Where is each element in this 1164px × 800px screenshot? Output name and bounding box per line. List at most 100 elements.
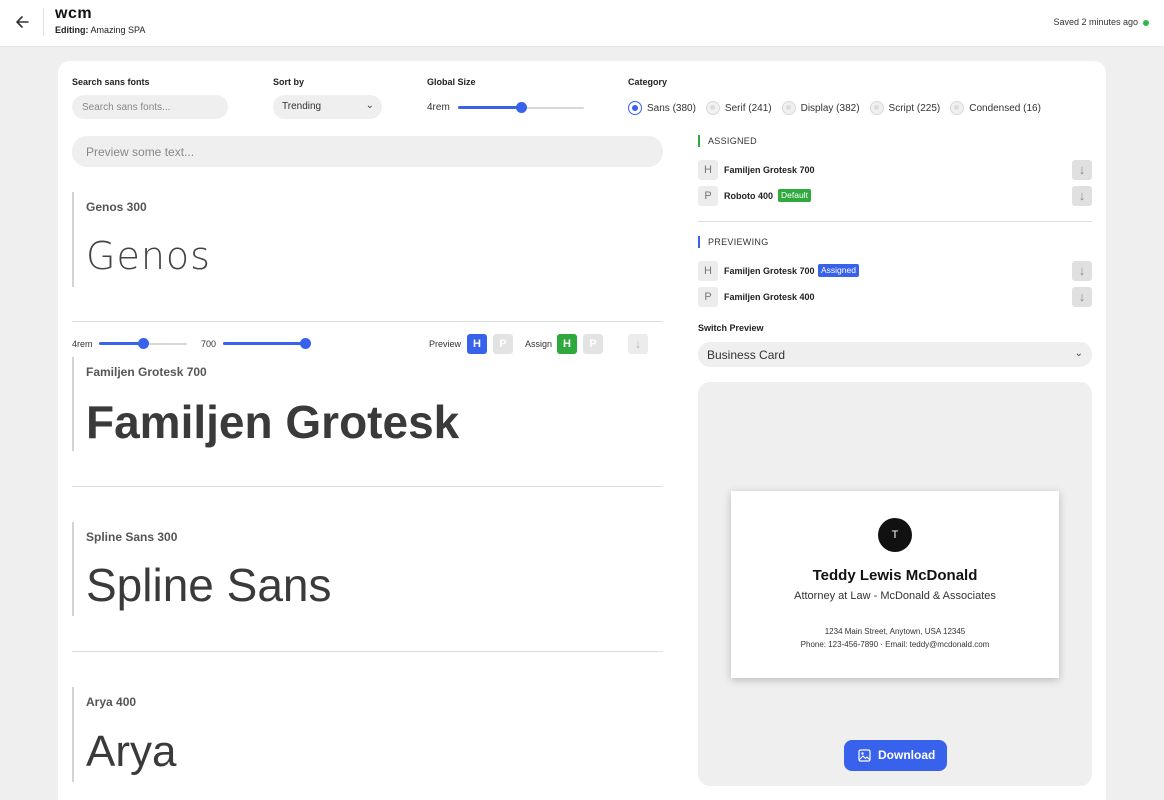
global-size-value: 4rem — [427, 102, 450, 113]
avatar: T — [878, 518, 912, 552]
row-weight-slider[interactable] — [223, 338, 311, 350]
preview-text-input[interactable] — [72, 136, 663, 167]
assigned-font-name: Roboto 400 — [724, 191, 774, 201]
image-icon — [858, 749, 871, 762]
card-address: 1234 Main Street, Anytown, USA 12345 — [824, 627, 966, 636]
font-search-input[interactable] — [72, 95, 228, 119]
slider-fill — [223, 342, 306, 345]
preview-h-button[interactable]: H — [467, 334, 487, 354]
assign-p-button[interactable]: P — [583, 334, 603, 354]
radio-icon — [781, 101, 796, 115]
font-card-genos[interactable]: Genos 300 Genos — [72, 192, 663, 287]
paragraph-letter-badge: P — [698, 287, 718, 307]
saved-status-dot-icon — [1143, 20, 1149, 26]
font-card-arya[interactable]: Arya 400 Arya — [72, 687, 663, 782]
row-size-value: 4rem — [72, 339, 93, 349]
back-arrow-icon[interactable] — [12, 11, 34, 33]
font-card-bar — [72, 522, 74, 616]
card-contact: Phone: 123-456-7890 · Email: teddy@mcdon… — [800, 640, 990, 649]
download-arrow-icon[interactable]: ↓ — [1072, 186, 1092, 206]
divider — [72, 651, 663, 652]
slider-thumb[interactable] — [515, 102, 527, 113]
top-header: wcm Editing: Amazing SPA Saved 2 minutes… — [0, 0, 1164, 47]
slider-thumb[interactable] — [300, 338, 311, 349]
font-name: Spline Sans 300 — [86, 530, 178, 544]
assigned-font-name: Familjen Grotesk 700 — [724, 165, 815, 175]
heading-letter-badge: H — [698, 261, 718, 281]
card-title: Attorney at Law - McDonald & Associates — [794, 590, 996, 602]
chevron-down-icon: ⌄ — [1074, 348, 1083, 359]
font-sample: Arya — [86, 727, 177, 776]
assign-h-button[interactable]: H — [557, 334, 577, 354]
font-name: Arya 400 — [86, 695, 137, 709]
previewing-font-name: Familjen Grotesk 700 — [724, 266, 815, 276]
row-weight-value: 700 — [201, 339, 217, 349]
switch-preview-value: Business Card — [707, 348, 786, 362]
previewing-row-paragraph: P Familjen Grotesk 400 ↓ — [698, 287, 1092, 307]
radio-icon — [869, 101, 884, 115]
download-label: Download — [878, 748, 936, 762]
switch-preview-select[interactable]: Business Card ⌄ — [698, 342, 1092, 367]
font-sample: Spline Sans — [86, 559, 332, 611]
previewing-font-name: Familjen Grotesk 400 — [724, 292, 815, 302]
download-font-arrow-icon[interactable]: ↓ — [628, 334, 648, 354]
preview-area: T Teddy Lewis McDonald Attorney at Law -… — [698, 382, 1092, 786]
saved-status: Saved 2 minutes ago — [1053, 17, 1138, 27]
card-name: Teddy Lewis McDonald — [812, 567, 978, 584]
download-arrow-icon[interactable]: ↓ — [1072, 261, 1092, 281]
download-button[interactable]: Download — [844, 740, 947, 771]
switch-preview-label: Switch Preview — [698, 323, 764, 333]
project-name: Amazing SPA — [90, 25, 146, 35]
sort-select[interactable]: Trending ⌄ — [273, 95, 382, 119]
font-card-bar — [72, 192, 74, 287]
slider-fill — [99, 342, 143, 345]
font-card-bar — [72, 357, 74, 451]
global-size-label: Global Size — [427, 77, 476, 87]
editing-label: Editing: — [55, 25, 89, 35]
business-card: T Teddy Lewis McDonald Attorney at Law -… — [731, 491, 1059, 678]
category-label-display: Display (382) — [800, 102, 860, 114]
global-size-slider[interactable] — [458, 102, 584, 114]
divider — [72, 486, 663, 487]
editing-info: Editing: Amazing SPA — [55, 25, 145, 35]
app-name: wcm — [55, 5, 93, 22]
slider-thumb[interactable] — [137, 338, 149, 349]
assigned-row-heading: H Familjen Grotesk 700 ↓ — [698, 160, 1092, 180]
font-card-bar — [72, 687, 74, 782]
font-name: Genos 300 — [86, 200, 147, 214]
sort-value: Trending — [282, 101, 322, 112]
search-label: Search sans fonts — [72, 77, 150, 87]
category-label-condensed: Condensed (16) — [969, 102, 1041, 114]
previewing-heading: PREVIEWING — [698, 236, 769, 248]
paragraph-letter-badge: P — [698, 186, 718, 206]
category-radio-script[interactable]: Script (225) — [869, 101, 941, 115]
header-divider — [43, 8, 44, 36]
category-label-script: Script (225) — [888, 102, 941, 114]
download-arrow-icon[interactable]: ↓ — [1072, 160, 1092, 180]
row-size-slider[interactable] — [99, 338, 187, 350]
category-label-serif: Serif (241) — [724, 102, 772, 114]
category-radio-serif[interactable]: Serif (241) — [705, 101, 772, 115]
main-panel: Search sans fonts Sort by Trending ⌄ Glo… — [58, 61, 1106, 800]
font-card-familjen-grotesk[interactable]: Familjen Grotesk 700 Familjen Grotesk — [72, 357, 663, 451]
category-label-sans: Sans (380) — [647, 102, 696, 114]
divider — [698, 221, 1092, 222]
assigned-row-paragraph: P Roboto 400 Default ↓ — [698, 186, 1092, 206]
category-radio-sans[interactable]: Sans (380) — [628, 101, 696, 115]
category-radio-condensed[interactable]: Condensed (16) — [950, 101, 1041, 115]
font-name: Familjen Grotesk 700 — [86, 365, 207, 379]
previewing-row-heading: H Familjen Grotesk 700 Assigned ↓ — [698, 261, 1092, 281]
category-radio-display[interactable]: Display (382) — [781, 101, 860, 115]
radio-icon — [628, 101, 642, 115]
font-card-spline-sans[interactable]: Spline Sans 300 Spline Sans — [72, 522, 663, 616]
category-radio-group: Sans (380) Serif (241) Display (382) Scr… — [628, 101, 1041, 115]
radio-icon — [705, 101, 720, 115]
font-sample: Familjen Grotesk — [86, 396, 460, 448]
download-arrow-icon[interactable]: ↓ — [1072, 287, 1092, 307]
category-label: Category — [628, 77, 668, 87]
assign-label: Assign — [525, 339, 553, 349]
assigned-heading: ASSIGNED — [698, 135, 757, 147]
sort-label: Sort by — [273, 77, 305, 87]
heading-letter-badge: H — [698, 160, 718, 180]
preview-p-button[interactable]: P — [493, 334, 513, 354]
